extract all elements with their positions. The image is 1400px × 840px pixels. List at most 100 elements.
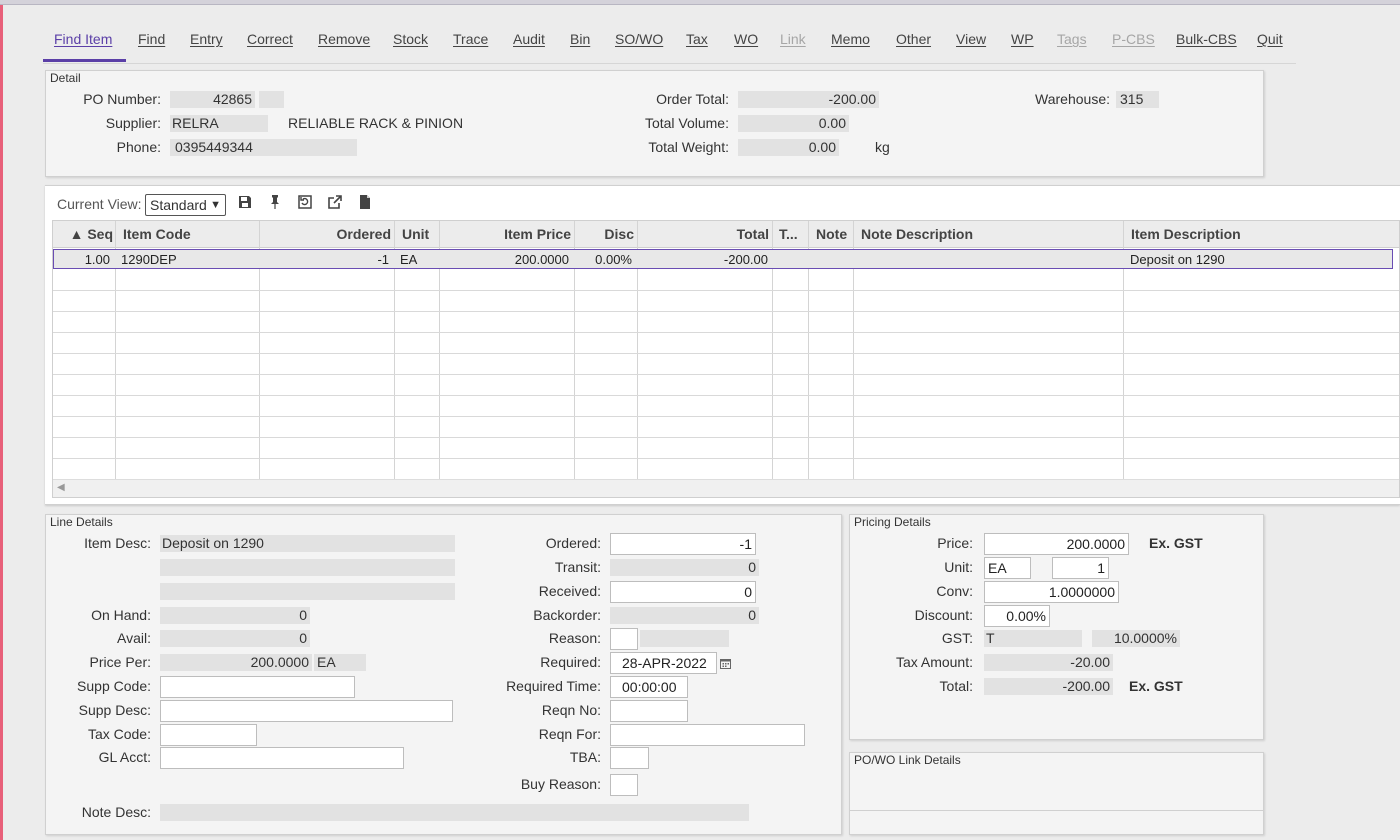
total-field: -200.00 [984, 678, 1113, 695]
horizontal-scrollbar[interactable]: ◀ [53, 479, 1399, 497]
menu-quit[interactable]: Quit [1257, 31, 1283, 47]
menu-find-item[interactable]: Find Item [54, 31, 112, 47]
menu-wp[interactable]: WP [1011, 31, 1034, 47]
menu-stock[interactable]: Stock [393, 31, 428, 47]
reqn-no-input[interactable] [610, 700, 688, 722]
table-row[interactable]: 1.00 1290DEP -1 EA 200.0000 0.00% -200.0… [53, 249, 1393, 269]
save-icon[interactable] [237, 194, 253, 210]
col-item-price[interactable]: Item Price [443, 221, 571, 248]
col-disc[interactable]: Disc [578, 221, 634, 248]
unit-label: Unit: [944, 559, 973, 575]
total-label: Total: [939, 678, 973, 694]
row-divider [53, 458, 1399, 459]
link-details-title: PO/WO Link Details [853, 753, 962, 767]
window-edge [0, 0, 3, 840]
menu-tags: Tags [1057, 31, 1087, 47]
total-weight-label: Total Weight: [648, 139, 729, 155]
reason-input[interactable] [610, 628, 638, 650]
menu-bulk-cbs[interactable]: Bulk-CBS [1176, 31, 1237, 47]
buy-reason-label: Buy Reason: [520, 776, 601, 792]
total-weight-field: 0.00 [738, 139, 839, 156]
required-time-label: Required Time: [506, 678, 601, 694]
menu-memo[interactable]: Memo [831, 31, 870, 47]
price-per-label: Price Per: [89, 654, 151, 670]
item-desc-line3-field [160, 583, 455, 600]
discount-input[interactable]: 0.00% [984, 605, 1050, 627]
reset-icon[interactable] [297, 194, 313, 210]
col-note[interactable]: Note [816, 221, 856, 248]
row-divider [53, 311, 1399, 312]
row-divider [53, 290, 1399, 291]
col-note-description[interactable]: Note Description [861, 221, 1111, 248]
active-tab-indicator [43, 59, 126, 62]
calendar-icon[interactable] [720, 656, 731, 669]
document-icon[interactable] [357, 194, 373, 210]
discount-label: Discount: [914, 607, 973, 623]
menu-trace[interactable]: Trace [453, 31, 488, 47]
link-details-panel: PO/WO Link Details [849, 752, 1264, 835]
tax-code-input[interactable] [160, 724, 257, 746]
col-unit[interactable]: Unit [402, 221, 442, 248]
reqn-for-input[interactable] [610, 724, 805, 746]
export-icon[interactable] [327, 194, 343, 210]
reqn-no-label: Reqn No: [541, 702, 601, 718]
price-input[interactable]: 200.0000 [984, 533, 1129, 555]
scroll-left-icon[interactable]: ◀ [57, 482, 65, 493]
pin-icon[interactable] [267, 194, 283, 210]
item-desc-line2-field [160, 559, 455, 576]
col-total[interactable]: Total [641, 221, 769, 248]
menu-entry[interactable]: Entry [190, 31, 223, 47]
row-divider [53, 374, 1399, 375]
supp-code-label: Supp Code: [77, 678, 151, 694]
row-divider [53, 353, 1399, 354]
price-ex-gst: Ex. GST [1149, 535, 1203, 551]
menu-correct[interactable]: Correct [247, 31, 293, 47]
unit-input[interactable]: EA [984, 557, 1031, 579]
menu-audit[interactable]: Audit [513, 31, 545, 47]
received-input[interactable]: 0 [610, 581, 756, 603]
conv-input[interactable]: 1.0000000 [984, 581, 1119, 603]
po-lines-table: ▲ Seq Item Code Ordered Unit Item Price … [52, 220, 1400, 498]
supp-code-input[interactable] [160, 676, 355, 698]
cell-tax [813, 250, 843, 270]
menu-remove[interactable]: Remove [318, 31, 370, 47]
current-view-select[interactable]: Standard ▼ [145, 194, 226, 216]
buy-reason-input[interactable] [610, 774, 638, 796]
menu-bar: Find Item Find Entry Correct Remove Stoc… [43, 6, 1296, 64]
col-seq[interactable]: ▲ Seq [61, 221, 113, 248]
reqn-for-label: Reqn For: [538, 726, 601, 742]
menu-other[interactable]: Other [896, 31, 931, 47]
ordered-label: Ordered: [545, 535, 601, 551]
phone-label: Phone: [116, 139, 161, 155]
col-tax[interactable]: T... [779, 221, 809, 248]
menu-link: Link [780, 31, 806, 47]
row-divider [53, 332, 1399, 333]
tba-input[interactable] [610, 747, 649, 769]
line-details-panel: Line Details Item Desc: Deposit on 1290 … [45, 514, 842, 835]
note-desc-field [160, 804, 749, 821]
col-ordered[interactable]: Ordered [263, 221, 391, 248]
gl-acct-input[interactable] [160, 747, 404, 769]
menu-tax[interactable]: Tax [686, 31, 708, 47]
ordered-input[interactable]: -1 [610, 533, 756, 555]
menu-so-wo[interactable]: SO/WO [615, 31, 663, 47]
transit-field: 0 [610, 559, 759, 576]
menu-bin[interactable]: Bin [570, 31, 590, 47]
window-top-bar [0, 0, 1400, 5]
menu-wo[interactable]: WO [734, 31, 758, 47]
col-item-description[interactable]: Item Description [1131, 221, 1381, 248]
cell-total: -200.00 [723, 252, 768, 267]
required-time-input[interactable]: 00:00:00 [610, 676, 688, 698]
current-view-value: Standard [150, 197, 207, 213]
required-date-input[interactable]: 28-APR-2022 [610, 652, 717, 674]
menu-p-cbs: P-CBS [1112, 31, 1155, 47]
cell-item-description: Deposit on 1290 [1130, 252, 1225, 267]
unit-qty-input[interactable]: 1 [1052, 557, 1109, 579]
total-volume-field: 0.00 [738, 115, 849, 132]
supp-desc-input[interactable] [160, 700, 453, 722]
menu-find[interactable]: Find [138, 31, 165, 47]
menu-view[interactable]: View [956, 31, 986, 47]
cell-unit: EA [400, 252, 418, 267]
col-item-code[interactable]: Item Code [123, 221, 263, 248]
supp-desc-label: Supp Desc: [78, 702, 151, 718]
